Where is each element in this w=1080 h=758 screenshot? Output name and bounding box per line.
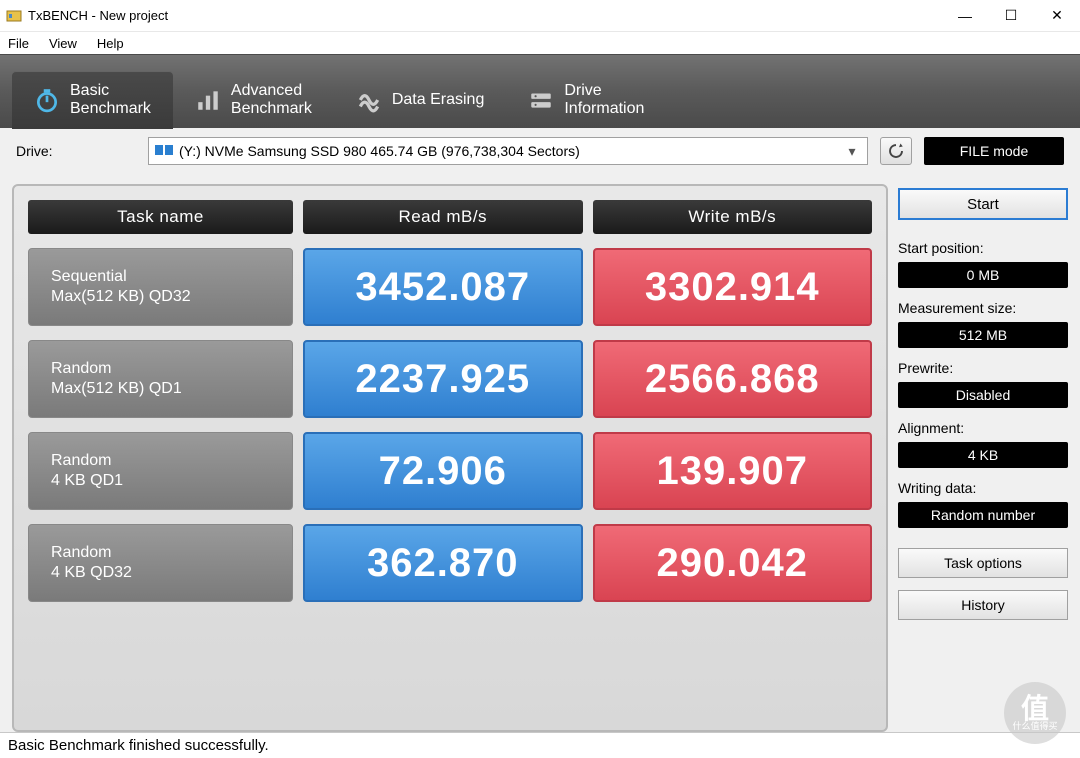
tab-label: Data Erasing (392, 91, 485, 109)
file-mode-button[interactable]: FILE mode (924, 137, 1064, 165)
task-cell[interactable]: Sequential Max(512 KB) QD32 (28, 248, 293, 326)
stopwatch-icon (34, 87, 60, 113)
measurement-size-value[interactable]: 512 MB (898, 322, 1068, 348)
alignment-label: Alignment: (898, 420, 1068, 436)
drive-label: Drive: (16, 143, 136, 159)
maximize-button[interactable]: ☐ (988, 0, 1034, 32)
refresh-button[interactable] (880, 137, 912, 165)
menubar: File View Help (0, 32, 1080, 54)
writing-data-label: Writing data: (898, 480, 1068, 496)
prewrite-value[interactable]: Disabled (898, 382, 1068, 408)
task-name-line2: 4 KB QD1 (51, 471, 292, 491)
refresh-icon (887, 142, 905, 160)
read-value: 2237.925 (303, 340, 583, 418)
write-value: 139.907 (593, 432, 873, 510)
app-icon (6, 8, 22, 24)
tab-label: Basic Benchmark (70, 82, 151, 117)
bench-row: Random 4 KB QD1 72.906 139.907 (28, 432, 872, 510)
bench-row: Sequential Max(512 KB) QD32 3452.087 330… (28, 248, 872, 326)
task-cell[interactable]: Random Max(512 KB) QD1 (28, 340, 293, 418)
task-name-line1: Random (51, 359, 292, 379)
task-cell[interactable]: Random 4 KB QD1 (28, 432, 293, 510)
read-value: 3452.087 (303, 248, 583, 326)
bar-chart-icon (195, 87, 221, 113)
task-name-line2: 4 KB QD32 (51, 563, 292, 583)
header-row: Task name Read mB/s Write mB/s (28, 200, 872, 234)
menu-view[interactable]: View (49, 36, 77, 51)
tab-data-erasing[interactable]: Data Erasing (334, 71, 507, 129)
tab-label: Drive Information (564, 82, 644, 117)
write-value: 290.042 (593, 524, 873, 602)
menu-help[interactable]: Help (97, 36, 124, 51)
header-task: Task name (28, 200, 293, 234)
watermark-char: 值 (1021, 696, 1049, 721)
tab-label: Advanced Benchmark (231, 82, 312, 117)
header-read: Read mB/s (303, 200, 583, 234)
bench-row: Random 4 KB QD32 362.870 290.042 (28, 524, 872, 602)
task-name-line2: Max(512 KB) QD32 (51, 287, 292, 307)
chevron-down-icon: ▾ (843, 143, 861, 160)
side-panel: Start Start position: 0 MB Measurement s… (898, 184, 1068, 732)
tabbar: Basic Benchmark Advanced Benchmark Data … (0, 54, 1080, 128)
task-cell[interactable]: Random 4 KB QD32 (28, 524, 293, 602)
write-value: 3302.914 (593, 248, 873, 326)
drive-row: Drive: (Y:) NVMe Samsung SSD 980 465.74 … (0, 128, 1080, 174)
task-name-line2: Max(512 KB) QD1 (51, 379, 292, 399)
start-button[interactable]: Start (898, 188, 1068, 220)
task-name-line1: Random (51, 543, 292, 563)
benchmark-panel: Task name Read mB/s Write mB/s Sequentia… (12, 184, 888, 732)
read-value: 72.906 (303, 432, 583, 510)
writing-data-value[interactable]: Random number (898, 502, 1068, 528)
eraser-icon (356, 87, 382, 113)
tab-drive-information[interactable]: Drive Information (506, 71, 666, 129)
task-name-line1: Sequential (51, 267, 292, 287)
close-button[interactable]: ✕ (1034, 0, 1080, 32)
task-options-button[interactable]: Task options (898, 548, 1068, 578)
watermark: 值 什么值得买 (1004, 682, 1066, 744)
task-name-line1: Random (51, 451, 292, 471)
start-position-label: Start position: (898, 240, 1068, 256)
alignment-value[interactable]: 4 KB (898, 442, 1068, 468)
main-area: Task name Read mB/s Write mB/s Sequentia… (0, 174, 1080, 732)
write-value: 2566.868 (593, 340, 873, 418)
window-title: TxBENCH - New project (28, 8, 942, 23)
tab-advanced-benchmark[interactable]: Advanced Benchmark (173, 71, 334, 129)
drive-icon (155, 143, 173, 160)
window-controls: — ☐ ✕ (942, 0, 1080, 32)
drive-select[interactable]: (Y:) NVMe Samsung SSD 980 465.74 GB (976… (148, 137, 868, 165)
prewrite-label: Prewrite: (898, 360, 1068, 376)
titlebar: TxBENCH - New project — ☐ ✕ (0, 0, 1080, 32)
menu-file[interactable]: File (8, 36, 29, 51)
history-button[interactable]: History (898, 590, 1068, 620)
header-write: Write mB/s (593, 200, 873, 234)
watermark-text: 什么值得买 (1012, 722, 1057, 730)
statusbar: Basic Benchmark finished successfully. (0, 732, 1080, 758)
drive-selected-text: (Y:) NVMe Samsung SSD 980 465.74 GB (976… (179, 143, 837, 159)
measurement-size-label: Measurement size: (898, 300, 1068, 316)
tab-basic-benchmark[interactable]: Basic Benchmark (12, 71, 173, 129)
minimize-button[interactable]: — (942, 0, 988, 32)
start-position-value[interactable]: 0 MB (898, 262, 1068, 288)
bench-row: Random Max(512 KB) QD1 2237.925 2566.868 (28, 340, 872, 418)
read-value: 362.870 (303, 524, 583, 602)
drive-icon (528, 87, 554, 113)
status-text: Basic Benchmark finished successfully. (8, 737, 269, 754)
